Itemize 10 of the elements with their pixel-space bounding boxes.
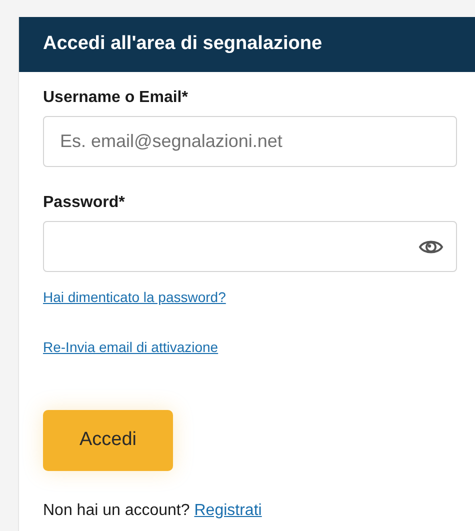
field-label: Password* (43, 193, 126, 213)
card-title: Accedi all'area di segnalazione (43, 32, 322, 56)
field-label: Username o Email* (43, 88, 189, 108)
signup-prompt: Non hai un account? Registrati (43, 501, 263, 521)
text-link[interactable]: Hai dimenticato la password? (43, 289, 226, 305)
text-link[interactable]: Re-Invia email di attivazione (43, 339, 218, 355)
password-field[interactable] (43, 221, 457, 272)
login-button[interactable]: Accedi (43, 410, 173, 471)
input-field[interactable]: Es. email@segnalazioni.net (43, 116, 457, 167)
register-link[interactable]: Registrati (194, 502, 262, 519)
